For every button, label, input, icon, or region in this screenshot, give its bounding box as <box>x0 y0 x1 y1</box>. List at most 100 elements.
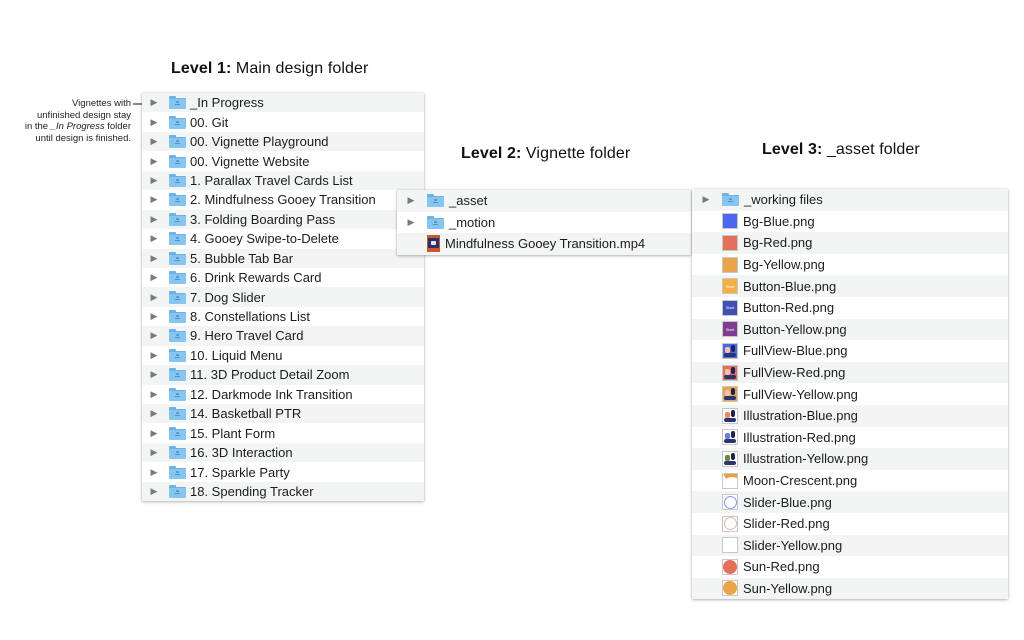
illu-part <box>731 388 735 396</box>
disclosure-triangle-icon[interactable]: ▶ <box>144 486 164 497</box>
disclosure-triangle-icon[interactable]: ▶ <box>401 195 421 206</box>
list-item[interactable]: ▶ 3. Folding Boarding Pass <box>142 209 424 230</box>
list-item[interactable]: ▶StartButton-Red.png <box>692 296 1008 319</box>
list-item[interactable]: ▶ 8. Constellations List <box>142 306 424 327</box>
list-item[interactable]: ▶ 7. Dog Slider <box>142 287 424 307</box>
list-item[interactable]: ▶StartButton-Blue.png <box>692 275 1008 297</box>
list-item[interactable]: ▶Bg-Red.png <box>692 232 1008 254</box>
list-item[interactable]: ▶ 4. Gooey Swipe-to-Delete <box>142 229 424 249</box>
list-item[interactable]: ▶ 12. Darkmode Ink Transition <box>142 384 424 404</box>
list-item[interactable]: ▶ _In Progress <box>142 93 424 113</box>
folder-user-glyph <box>175 256 180 262</box>
list-item[interactable]: ▶ _working files <box>692 189 1008 211</box>
item-label: _In Progress <box>190 95 264 111</box>
list-item[interactable]: ▶ 9. Hero Travel Card <box>142 326 424 346</box>
item-label: 2. Mindfulness Gooey Transition <box>190 192 376 208</box>
folder-user-glyph <box>433 220 438 226</box>
disclosure-triangle-icon[interactable]: ▶ <box>144 272 164 283</box>
disclosure-triangle-icon[interactable]: ▶ <box>144 292 164 303</box>
list-item[interactable]: ▶ 14. Basketball PTR <box>142 404 424 424</box>
disclosure-triangle-icon[interactable]: ▶ <box>144 369 164 380</box>
disclosure-triangle-icon[interactable]: ▶ <box>144 214 164 225</box>
list-item[interactable]: ▶ 00. Vignette Playground <box>142 131 424 152</box>
list-item[interactable]: ▶ 2. Mindfulness Gooey Transition <box>142 190 424 210</box>
list-item[interactable]: ▶ 00. Git <box>142 112 424 132</box>
annotation-line: in the _In Progress folder <box>0 121 131 133</box>
list-item[interactable]: ▶ _asset <box>397 190 691 212</box>
annotation-italic: _In Progress <box>50 121 105 132</box>
thumb-fill <box>723 343 737 358</box>
list-item[interactable]: ▶Sun-Yellow.png <box>692 577 1008 600</box>
disclosure-triangle-icon[interactable]: ▶ <box>144 330 164 341</box>
disclosure-triangle-icon[interactable]: ▶ <box>144 428 164 439</box>
list-item[interactable]: ▶Illustration-Blue.png <box>692 404 1008 427</box>
list-item[interactable]: ▶Mindfulness Gooey Transition.mp4 <box>397 233 691 255</box>
image-thumb <box>722 450 738 467</box>
illu-part <box>725 390 730 397</box>
list-item[interactable]: ▶Sun-Red.png <box>692 556 1008 578</box>
list-item[interactable]: ▶ 10. Liquid Menu <box>142 345 424 366</box>
disclosure-triangle-icon[interactable]: ▶ <box>144 156 164 167</box>
level2-heading-text: Vignette folder <box>521 145 631 162</box>
illu-part <box>724 374 736 379</box>
folder-shape <box>427 194 444 208</box>
list-item[interactable]: ▶FullView-Yellow.png <box>692 383 1008 405</box>
list-item[interactable]: ▶Bg-Blue.png <box>692 210 1008 233</box>
list-item[interactable]: ▶Slider-Yellow.png <box>692 534 1008 557</box>
disclosure-triangle-icon[interactable]: ▶ <box>144 408 164 419</box>
annotation-line: unfinished design stay <box>36 109 131 121</box>
list-item[interactable]: ▶FullView-Blue.png <box>692 340 1008 362</box>
list-item[interactable]: ▶Moon-Crescent.png <box>692 469 1008 492</box>
disclosure-triangle-icon[interactable]: ▶ <box>144 350 164 361</box>
level3-folder-list: ▶ _working files ▶Bg-Blue.png▶Bg-Red.png▶B… <box>692 189 1008 600</box>
disclosure-triangle-icon[interactable]: ▶ <box>144 467 164 478</box>
folder-shape <box>722 193 739 207</box>
disclosure-triangle-icon[interactable]: ▶ <box>144 311 164 322</box>
folder-icon <box>169 212 186 226</box>
ring-shape <box>723 517 737 531</box>
folder-user-glyph <box>175 295 180 301</box>
image-thumb <box>722 537 738 554</box>
illu-part <box>724 439 736 444</box>
list-item[interactable]: ▶ 11. 3D Product Detail Zoom <box>142 365 424 385</box>
list-item[interactable]: ▶Illustration-Red.png <box>692 426 1008 449</box>
list-item[interactable]: ▶Illustration-Yellow.png <box>692 448 1008 470</box>
list-item[interactable]: ▶ 6. Drink Rewards Card <box>142 267 424 288</box>
list-item[interactable]: ▶ 00. Vignette Website <box>142 151 424 171</box>
illu-part <box>725 346 730 353</box>
disclosure-triangle-icon[interactable]: ▶ <box>144 136 164 147</box>
list-item[interactable]: ▶ _motion <box>397 211 691 234</box>
list-item[interactable]: ▶ 1. Parallax Travel Cards List <box>142 170 424 191</box>
list-item[interactable]: ▶Bg-Yellow.png <box>692 253 1008 276</box>
list-item[interactable]: ▶ 15. Plant Form <box>142 423 424 443</box>
list-item[interactable]: ▶ 17. Sparkle Party <box>142 462 424 482</box>
disclosure-triangle-icon[interactable]: ▶ <box>144 194 164 205</box>
dot-shape <box>723 581 737 596</box>
image-thumb: Start <box>722 278 738 295</box>
folder-icon <box>169 290 186 304</box>
disclosure-triangle-icon[interactable]: ▶ <box>144 175 164 186</box>
disclosure-triangle-icon[interactable]: ▶ <box>696 194 716 205</box>
list-item[interactable]: ▶StartButton-Yellow.png <box>692 318 1008 341</box>
disclosure-triangle-icon[interactable]: ▶ <box>144 117 164 128</box>
disclosure-triangle-icon[interactable]: ▶ <box>401 217 421 228</box>
thumb-fill <box>723 214 737 229</box>
disclosure-triangle-icon[interactable]: ▶ <box>144 233 164 244</box>
level2-folder-list: ▶ _asset ▶ _motion ▶Mindfulness Gooey Transi… <box>397 190 691 255</box>
dot-shape <box>723 559 737 574</box>
list-item[interactable]: ▶FullView-Red.png <box>692 361 1008 384</box>
list-item[interactable]: ▶ 5. Bubble Tab Bar <box>142 248 424 268</box>
folder-shape <box>169 310 186 324</box>
item-label: _motion <box>449 214 496 230</box>
disclosure-triangle-icon[interactable]: ▶ <box>144 253 164 264</box>
list-item[interactable]: ▶Slider-Red.png <box>692 512 1008 535</box>
folder-user-glyph <box>175 237 180 242</box>
disclosure-triangle-icon[interactable]: ▶ <box>144 447 164 458</box>
disclosure-triangle-icon[interactable]: ▶ <box>144 389 164 400</box>
folder-icon <box>169 251 186 265</box>
list-item[interactable]: ▶ 16. 3D Interaction <box>142 442 424 463</box>
list-item[interactable]: ▶ 18. Spending Tracker <box>142 481 424 502</box>
list-item[interactable]: ▶Slider-Blue.png <box>692 491 1008 513</box>
video-screen <box>428 238 439 249</box>
disclosure-triangle-icon[interactable]: ▶ <box>144 97 164 108</box>
